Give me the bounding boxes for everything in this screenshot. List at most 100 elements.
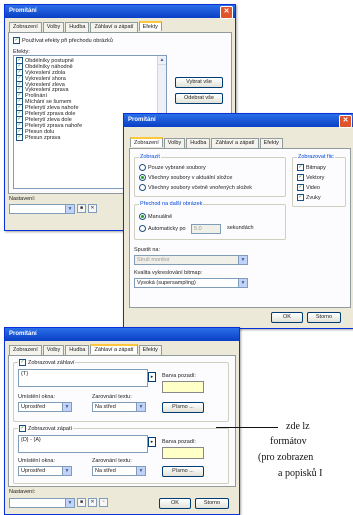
window-title: Promítání: [128, 117, 156, 123]
cancel-button[interactable]: Storno: [307, 312, 341, 323]
chevron-down-icon: ▼: [62, 467, 71, 475]
quality-select[interactable]: Vysoká (supersampling) ▼: [134, 278, 248, 288]
radio-all-in-folder[interactable]: Všechny soubory v aktuální složce: [139, 174, 232, 181]
chevron-down-icon: ▼: [136, 467, 145, 475]
annotation-line-3: (pro zobrazen: [258, 452, 314, 463]
header-group: ✓ Zobrazovat záhlaví {T} ▸ Barva pozadí: …: [13, 359, 229, 422]
tab-efekty[interactable]: Efekty: [138, 345, 162, 355]
delete-icon[interactable]: ✕: [88, 204, 97, 213]
show-footer-checkbox[interactable]: ✓ Zobrazovat zápatí: [18, 425, 74, 432]
radio-icon: [139, 164, 146, 171]
close-icon[interactable]: ✕: [339, 115, 352, 128]
window-display: Promítání ✕ Zobrazení Volby Hudba Záhlav…: [123, 113, 353, 329]
select-value: Uprostřed: [21, 404, 46, 410]
header-window-pos-select[interactable]: Uprostřed ▼: [18, 402, 72, 412]
transition-group: Přechod na další obrázek Manuálně Automa…: [134, 201, 286, 240]
checkbox-label: Bitmapy: [306, 164, 326, 171]
checkbox-icon: ✓: [19, 359, 26, 366]
checkbox-icon: ✓: [19, 425, 26, 432]
show-group-label: Zobrazit: [139, 154, 161, 160]
tab-volby[interactable]: Volby: [42, 22, 65, 32]
header-bg-color-label: Barva pozadí:: [162, 373, 196, 379]
ok-button[interactable]: OK: [159, 498, 191, 509]
footer-font-button[interactable]: Písmo ...: [162, 466, 204, 477]
radio-label: Automaticky po: [148, 225, 186, 232]
footer-text-align-select[interactable]: Na střed ▼: [92, 466, 146, 476]
tab-zobrazeni[interactable]: Zobrazení: [9, 22, 42, 32]
quality-label: Kvalita vykreslování bitmap:: [134, 270, 203, 276]
close-icon[interactable]: ✕: [220, 6, 233, 19]
checkbox-icon: ✓: [297, 174, 304, 181]
header-text-align-label: Zarovnání textu:: [92, 394, 132, 400]
tab-volby[interactable]: Volby: [42, 345, 65, 355]
chevron-right-icon[interactable]: ▸: [148, 372, 156, 382]
checkbox-label: Zobrazovat zápatí: [28, 425, 73, 432]
tab-panel: Zobrazit Pouze vybrané soubory Všechny s…: [129, 148, 351, 308]
radio-manual[interactable]: Manuálně: [139, 213, 172, 220]
delete-icon[interactable]: ✕: [88, 498, 97, 507]
run-on-select[interactable]: Strulí monitor ▼: [134, 255, 248, 265]
auto-seconds-spinner[interactable]: 5.0: [191, 224, 221, 234]
tab-panel: ✓ Zobrazovat záhlaví {T} ▸ Barva pozadí: …: [8, 355, 236, 487]
header-text-area[interactable]: {T}: [18, 369, 148, 387]
header-text-align-select[interactable]: Na střed ▼: [92, 402, 146, 412]
transition-group-label: Přechod na další obrázek: [139, 201, 204, 207]
tab-hudba[interactable]: Hudba: [65, 345, 90, 355]
select-value: Uprostřed: [21, 468, 46, 474]
tab-zobrazeni[interactable]: Zobrazení: [9, 345, 42, 355]
use-effects-checkbox[interactable]: ✓ Používat efekty při přechodu obrázků: [13, 37, 113, 44]
header-bg-color-swatch[interactable]: [162, 381, 204, 393]
settings-label: Nastavení:: [9, 489, 36, 495]
cancel-button[interactable]: Storno: [195, 498, 229, 509]
chevron-down-icon: ▼: [62, 403, 71, 411]
footer-bg-color-swatch[interactable]: [162, 447, 204, 459]
ok-button[interactable]: OK: [271, 312, 303, 323]
checkbox-vectors[interactable]: ✓ Vektory: [297, 174, 324, 181]
settings-select[interactable]: ▼: [9, 204, 75, 214]
tab-zahlavi[interactable]: Záhlaví a zápatí: [90, 22, 138, 32]
deselect-all-button[interactable]: Odebrat vše: [175, 93, 223, 104]
radio-auto[interactable]: Automaticky po: [139, 225, 186, 232]
tab-volby[interactable]: Volby: [163, 138, 186, 148]
save-icon[interactable]: ■: [77, 204, 86, 213]
annotation-line-2: formátov: [270, 436, 307, 447]
checkbox-bitmaps[interactable]: ✓ Bitmapy: [297, 164, 326, 171]
radio-label: Všechny soubory v aktuální složce: [148, 174, 233, 181]
window-title: Promítání: [9, 331, 37, 337]
title-bar: Promítání: [5, 328, 239, 341]
chevron-right-icon[interactable]: ▸: [148, 437, 156, 447]
checkbox-sounds[interactable]: ✓ Zvuky: [297, 194, 321, 201]
tab-hudba[interactable]: Hudba: [65, 22, 90, 32]
effect-label: Přesun zprava: [25, 134, 61, 141]
radio-label: Všechny soubory včetně vnořených složek: [148, 184, 252, 191]
footer-text-area[interactable]: {D} - {A}: [18, 435, 148, 453]
tab-zobrazeni[interactable]: Zobrazení: [130, 137, 163, 147]
header-font-button[interactable]: Písmo ...: [162, 402, 204, 413]
select-all-button[interactable]: Vybrat vše: [175, 77, 223, 88]
scroll-up-icon[interactable]: ▲: [158, 56, 166, 65]
radio-selected-files[interactable]: Pouze vybrané soubory: [139, 164, 206, 171]
checkbox-label: Video: [306, 184, 320, 191]
title-bar: Promítání ✕: [124, 114, 353, 128]
select-value: Na střed: [95, 404, 116, 410]
footer-window-pos-select[interactable]: Uprostřed ▼: [18, 466, 72, 476]
save-icon[interactable]: ■: [77, 498, 86, 507]
tab-efekty[interactable]: Efekty: [259, 138, 283, 148]
radio-all-recursive[interactable]: Všechny soubory včetně vnořených složek: [139, 184, 252, 191]
footer-window-pos-label: Umístění okna:: [18, 458, 55, 464]
radio-icon: [139, 225, 146, 232]
tab-zahlavi[interactable]: Záhlaví a zápatí: [90, 344, 138, 354]
window-header-footer: Promítání Zobrazení Volby Hudba Záhlaví …: [4, 327, 240, 515]
tab-efekty[interactable]: Efekty: [138, 21, 162, 31]
settings-select[interactable]: ▼: [9, 498, 75, 508]
tab-hudba[interactable]: Hudba: [186, 138, 211, 148]
footer-group: ✓ Zobrazovat zápatí {D} - {A} ▸ Barva poz…: [13, 425, 229, 484]
checkbox-icon: ✓: [13, 37, 20, 44]
checkbox-label: Zvuky: [306, 194, 321, 201]
window-title: Promítání: [9, 8, 37, 14]
show-header-checkbox[interactable]: ✓ Zobrazovat záhlaví: [18, 359, 76, 366]
tab-zahlavi[interactable]: Záhlaví a zápatí: [211, 138, 259, 148]
checkbox-video[interactable]: ✓ Video: [297, 184, 320, 191]
radio-icon: [139, 184, 146, 191]
folder-icon[interactable]: ▫: [99, 498, 108, 507]
